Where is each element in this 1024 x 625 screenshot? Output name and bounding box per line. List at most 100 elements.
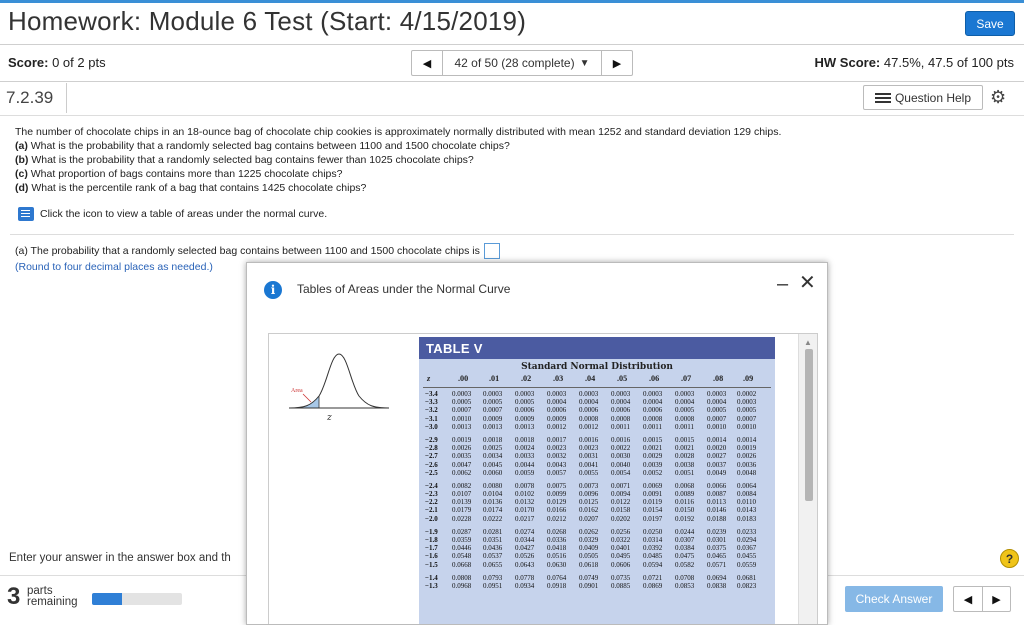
area-value: 0.0934 xyxy=(515,581,535,590)
area-value: 0.0228 xyxy=(452,514,472,523)
table-row: −2.7 0.0035 0.0034 0.0033 0.0032 0.0031 0.0030… xyxy=(419,452,775,460)
area-value: 0.0006 xyxy=(643,406,663,415)
check-answer-button[interactable]: Check Answer xyxy=(845,586,943,612)
area-value: 0.0066 xyxy=(707,481,727,490)
dialog-scrollbar[interactable]: ▲ xyxy=(798,334,817,624)
z-value: −2.8 xyxy=(425,444,438,453)
area-value: 0.0078 xyxy=(515,481,535,490)
column-header: .00 xyxy=(458,374,469,383)
area-value: 0.0116 xyxy=(675,498,694,507)
table-row: −2.3 0.0107 0.0104 0.0102 0.0099 0.0096 0.0094… xyxy=(419,490,775,498)
question-help-button[interactable]: Question Help xyxy=(863,85,983,110)
table-row: −3.3 0.0005 0.0005 0.0005 0.0004 0.0004 0.0004… xyxy=(419,398,775,406)
area-value: 0.0901 xyxy=(579,581,599,590)
area-value: 0.0256 xyxy=(611,527,631,536)
gear-icon[interactable]: ⚙ xyxy=(990,87,1006,108)
question-position: 42 of 50 (28 complete) xyxy=(454,56,575,70)
next-question-button[interactable]: ▶ xyxy=(602,51,632,75)
table-row: −2.0 0.0228 0.0222 0.0217 0.0212 0.0207 0.0202… xyxy=(419,515,775,523)
area-value: 0.0005 xyxy=(483,398,503,407)
scroll-up-icon[interactable]: ▲ xyxy=(804,338,812,347)
table-row: −1.9 0.0287 0.0281 0.0274 0.0268 0.0262 0.0256… xyxy=(419,528,775,536)
previous-part-button[interactable]: ◀ xyxy=(954,587,982,611)
area-value: 0.0329 xyxy=(579,536,599,544)
z-value: −2.5 xyxy=(425,468,438,477)
area-value: 0.0055 xyxy=(579,468,599,477)
area-value: 0.0150 xyxy=(675,506,695,515)
column-header: .02 xyxy=(521,374,532,383)
book-icon[interactable] xyxy=(18,207,34,221)
area-value: 0.0102 xyxy=(515,490,535,499)
area-value: 0.0244 xyxy=(675,527,695,536)
problem-part-b: (b) What is the probability that a rando… xyxy=(15,154,474,166)
area-value: 0.0091 xyxy=(643,490,663,499)
z-value: −2.9 xyxy=(425,435,438,444)
column-header-z: z xyxy=(427,374,431,383)
area-value: 0.0401 xyxy=(611,544,631,553)
area-value: 0.0045 xyxy=(483,460,503,469)
help-icon[interactable]: ? xyxy=(1000,549,1019,568)
table-row: −2.2 0.0139 0.0136 0.0132 0.0129 0.0125 0.0122… xyxy=(419,498,775,506)
area-value: 0.0179 xyxy=(452,506,472,515)
area-value: 0.0281 xyxy=(483,527,503,536)
area-value: 0.0007 xyxy=(707,414,727,423)
column-header: .03 xyxy=(553,374,564,383)
normal-table-dialog: i Tables of Areas under the Normal Curve… xyxy=(246,262,828,625)
answer-input[interactable] xyxy=(483,243,500,259)
area-value: 0.0183 xyxy=(737,514,757,523)
area-value: 0.0064 xyxy=(737,481,757,490)
question-dropdown[interactable]: 42 of 50 (28 complete) ▼ xyxy=(442,51,602,75)
scrollbar-thumb[interactable] xyxy=(805,349,813,501)
divider xyxy=(66,83,67,113)
next-part-button[interactable]: ▶ xyxy=(982,587,1010,611)
area-value: 0.0005 xyxy=(515,398,535,407)
area-value: 0.0427 xyxy=(515,544,535,553)
area-value: 0.0054 xyxy=(611,468,631,477)
save-button[interactable]: Save xyxy=(965,11,1015,36)
area-value: 0.0122 xyxy=(611,498,631,507)
z-value: −1.7 xyxy=(425,544,438,553)
area-value: 0.0125 xyxy=(579,498,599,507)
problem-part-d: (d) What is the percentile rank of a bag… xyxy=(15,182,367,194)
area-value: 0.0041 xyxy=(579,460,599,469)
table-row-group: −1.4 0.0808 0.0793 0.0778 0.0764 0.0749 0.0735… xyxy=(419,574,775,590)
area-value: 0.0495 xyxy=(611,552,631,561)
area-value: 0.0668 xyxy=(452,560,472,569)
column-header: .01 xyxy=(489,374,500,383)
area-value: 0.0073 xyxy=(579,481,599,490)
table-row: −3.1 0.0010 0.0009 0.0009 0.0009 0.0008 0.0008… xyxy=(419,415,775,423)
z-value: −2.4 xyxy=(425,481,438,490)
table-row: −3.2 0.0007 0.0007 0.0006 0.0006 0.0006 0.0006… xyxy=(419,406,775,414)
area-value: 0.0034 xyxy=(483,452,503,461)
area-value: 0.0009 xyxy=(483,414,503,423)
table-row: −1.6 0.0548 0.0537 0.0526 0.0516 0.0505 0.0495… xyxy=(419,552,775,560)
area-value: 0.0027 xyxy=(707,452,727,461)
area-value: 0.0655 xyxy=(483,560,503,569)
info-icon: i xyxy=(264,281,282,299)
table-column-headers: z .00 .01 .02 .03 .04 .05 .06 .07 .08 .09 xyxy=(419,374,775,386)
area-value: 0.0869 xyxy=(643,581,663,590)
z-value: −2.6 xyxy=(425,460,438,469)
minimize-icon[interactable]: – xyxy=(777,273,788,296)
question-number: 7.2.39 xyxy=(6,88,54,107)
z-value: −3.3 xyxy=(425,398,438,407)
area-value: 0.0043 xyxy=(547,460,567,469)
close-icon[interactable]: ✕ xyxy=(799,270,816,295)
area-value: 0.0418 xyxy=(547,544,567,553)
table-row-group: −2.9 0.0019 0.0018 0.0018 0.0017 0.0016 0.0016… xyxy=(419,436,775,477)
parts-remaining-count: 3 xyxy=(7,583,21,610)
area-value: 0.0013 xyxy=(515,422,535,431)
area-value: 0.0212 xyxy=(547,514,567,523)
column-header: .06 xyxy=(649,374,660,383)
previous-question-button[interactable]: ◀ xyxy=(412,51,442,75)
area-value: 0.0006 xyxy=(547,406,567,415)
area-value: 0.0004 xyxy=(643,398,663,407)
area-value: 0.0007 xyxy=(483,406,503,415)
area-value: 0.0018 xyxy=(515,435,535,444)
instruction-text: Enter your answer in the answer box and … xyxy=(9,552,231,564)
area-value: 0.0006 xyxy=(611,406,631,415)
area-value: 0.0606 xyxy=(611,560,631,569)
area-value: 0.0080 xyxy=(483,481,503,490)
area-value: 0.0885 xyxy=(611,581,631,590)
area-value: 0.0014 xyxy=(707,435,727,444)
